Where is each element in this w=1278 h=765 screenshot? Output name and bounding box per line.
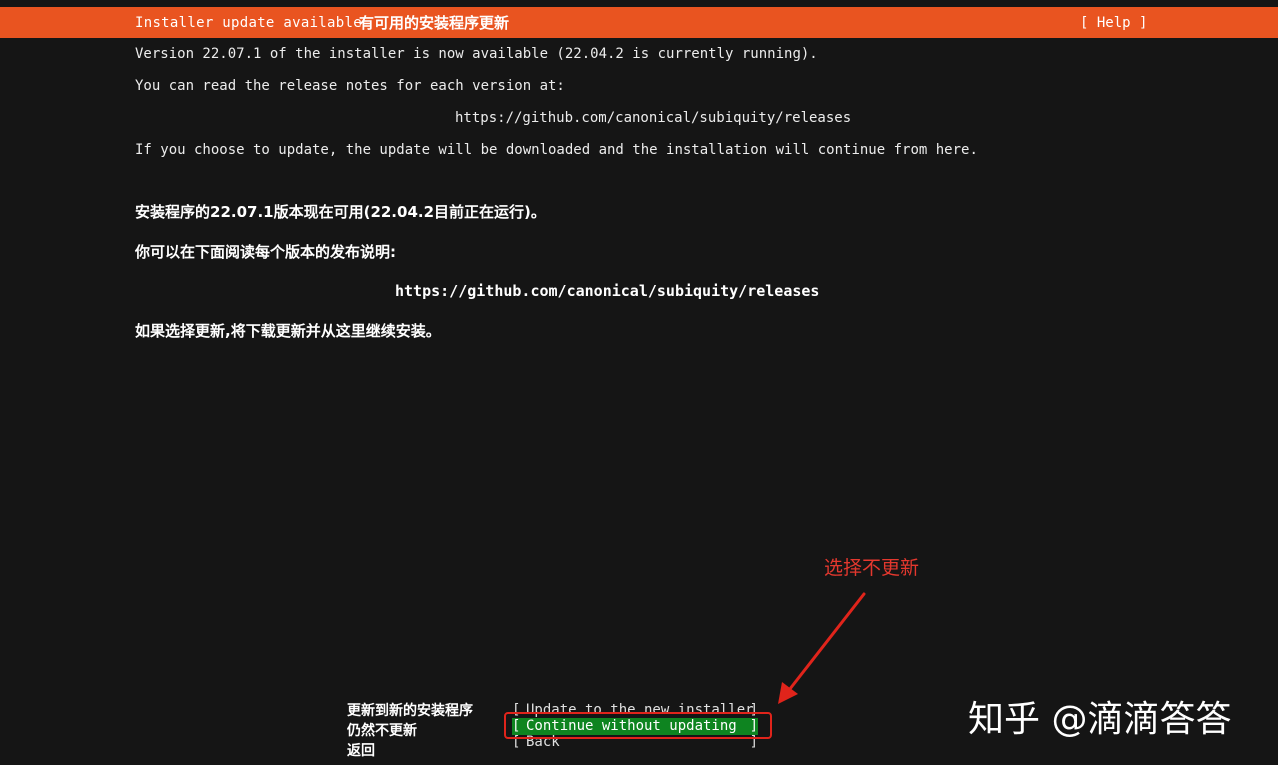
- header-title: Installer update available: [135, 15, 362, 31]
- option-update-translation: 更新到新的安装程序: [347, 703, 473, 719]
- watermark: 知乎 @滴滴答答: [968, 699, 1232, 740]
- annotation-arrow-icon: [778, 592, 866, 704]
- release-notes-link-translation: https://github.com/canonical/subiquity/r…: [395, 282, 820, 300]
- annotation-highlight-box: [504, 712, 772, 739]
- version-info-text: Version 22.07.1 of the installer is now …: [135, 46, 818, 62]
- header-bar: Installer update available 有可用的安装程序更新 [ …: [0, 7, 1278, 38]
- header-title-translation: 有可用的安装程序更新: [359, 14, 510, 32]
- update-info-text: If you choose to update, the update will…: [135, 142, 978, 158]
- update-info-translation: 如果选择更新,将下载更新并从这里继续安装。: [135, 322, 441, 340]
- version-info-translation: 安装程序的22.07.1版本现在可用(22.04.2目前正在运行)。: [135, 203, 546, 221]
- option-back-translation: 返回: [347, 743, 375, 759]
- annotation-text: 选择不更新: [824, 557, 920, 579]
- release-notes-link: https://github.com/canonical/subiquity/r…: [455, 110, 852, 126]
- help-button[interactable]: [ Help ]: [1080, 15, 1147, 31]
- option-continue-translation: 仍然不更新: [347, 723, 417, 739]
- release-notes-translation: 你可以在下面阅读每个版本的发布说明:: [135, 243, 397, 261]
- release-notes-text: You can read the release notes for each …: [135, 78, 565, 94]
